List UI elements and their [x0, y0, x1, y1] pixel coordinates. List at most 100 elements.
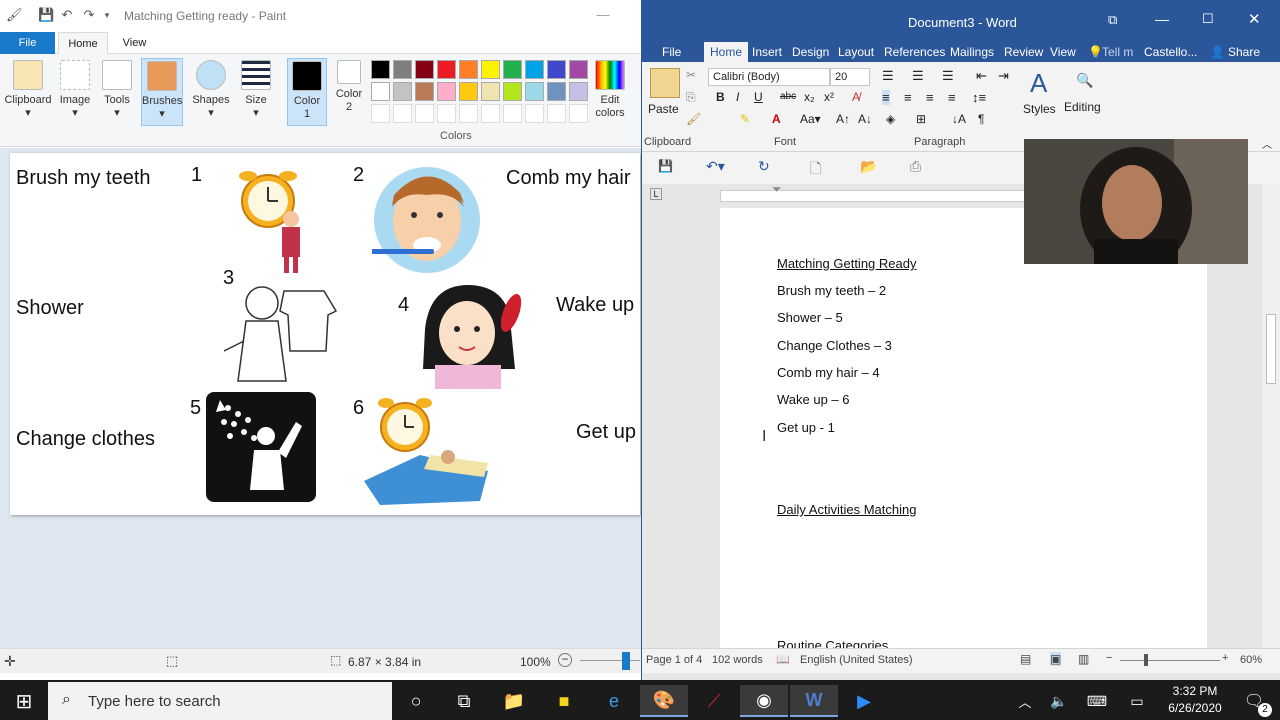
tell-me-search[interactable]: Tell m: [1102, 42, 1133, 62]
word-repeat-icon[interactable]: ↻: [758, 158, 770, 175]
word-zoom-slider[interactable]: [1120, 660, 1220, 661]
word-minimize-button[interactable]: —: [1155, 11, 1169, 27]
palette-color-swatch[interactable]: [415, 60, 434, 79]
save-icon[interactable]: 💾: [38, 8, 54, 22]
clear-formatting-icon[interactable]: A̸: [852, 90, 860, 104]
palette-color-swatch[interactable]: [393, 82, 412, 101]
word-undo-icon[interactable]: ↶▾: [706, 158, 725, 175]
cortana-icon[interactable]: ○: [392, 685, 440, 717]
proofing-icon[interactable]: 📖: [776, 653, 790, 666]
palette-color-swatch[interactable]: [569, 60, 588, 79]
shapes-button[interactable]: Shapes ▾: [190, 58, 232, 120]
palette-empty-swatch[interactable]: [481, 104, 500, 123]
align-left-icon[interactable]: ≡: [882, 90, 890, 105]
word-tab-review[interactable]: Review: [1004, 42, 1043, 62]
zoom-out-button[interactable]: −: [558, 653, 572, 667]
word-count[interactable]: 102 words: [712, 654, 763, 666]
change-case-icon[interactable]: Aa▾: [800, 112, 821, 126]
paint-taskbar-icon[interactable]: 🎨: [640, 685, 688, 717]
keyboard-icon[interactable]: ⌨: [1082, 685, 1112, 717]
palette-color-swatch[interactable]: [525, 60, 544, 79]
indent-marker[interactable]: ⏷: [772, 182, 782, 197]
undo-icon[interactable]: ↶: [60, 8, 74, 22]
hidden-icons-chevron[interactable]: ︿: [1010, 685, 1040, 717]
styles-button[interactable]: Styles: [1023, 102, 1056, 116]
align-right-icon[interactable]: ≡: [926, 90, 934, 105]
word-zoom-out-button[interactable]: −: [1106, 652, 1112, 664]
word-tab-home[interactable]: Home: [704, 42, 749, 62]
language-status[interactable]: English (United States): [800, 654, 913, 666]
palette-color-swatch[interactable]: [459, 82, 478, 101]
line-spacing-icon[interactable]: ↕≡: [972, 90, 986, 105]
subscript-button[interactable]: x₂: [804, 90, 815, 104]
read-mode-icon[interactable]: ▤: [1020, 652, 1031, 666]
volume-icon[interactable]: 🔈: [1044, 685, 1074, 717]
taskbar-search[interactable]: ⌕ Type here to search: [48, 682, 392, 720]
new-document-icon[interactable]: 🗋: [810, 158, 821, 182]
document-page[interactable]: Matching Getting Ready Brush my teeth – …: [720, 208, 1207, 653]
word-tab-layout[interactable]: Layout: [838, 42, 874, 62]
word-tab-insert[interactable]: Insert: [752, 42, 782, 62]
zoom-slider-track[interactable]: [580, 660, 640, 661]
bold-button[interactable]: B: [716, 90, 725, 104]
shrink-font-icon[interactable]: A↓: [858, 112, 872, 126]
palette-empty-swatch[interactable]: [371, 104, 390, 123]
palette-color-swatch[interactable]: [459, 60, 478, 79]
palette-empty-swatch[interactable]: [569, 104, 588, 123]
strikethrough-button[interactable]: abc: [780, 91, 796, 102]
justify-icon[interactable]: ≡: [948, 90, 956, 105]
grow-font-icon[interactable]: A↑: [836, 112, 850, 126]
zoom-app-icon[interactable]: ▶: [840, 685, 888, 717]
palette-empty-swatch[interactable]: [415, 104, 434, 123]
palette-color-swatch[interactable]: [569, 82, 588, 101]
chrome-icon[interactable]: ◉: [740, 685, 788, 717]
palette-color-swatch[interactable]: [481, 82, 500, 101]
font-name-box[interactable]: Calibri (Body): [708, 68, 830, 86]
size-button[interactable]: Size ▾: [236, 58, 276, 120]
superscript-button[interactable]: x²: [824, 90, 834, 104]
print-preview-icon[interactable]: ⎙: [910, 158, 921, 175]
sticky-notes-icon[interactable]: ■: [540, 685, 588, 717]
align-center-icon[interactable]: ≡: [904, 90, 912, 105]
palette-empty-swatch[interactable]: [525, 104, 544, 123]
palette-color-swatch[interactable]: [503, 60, 522, 79]
palette-empty-swatch[interactable]: [503, 104, 522, 123]
palette-color-swatch[interactable]: [393, 60, 412, 79]
palette-color-swatch[interactable]: [481, 60, 500, 79]
tab-selector[interactable]: L: [650, 188, 662, 200]
edit-colors-button[interactable]: Edit colors: [590, 58, 630, 120]
image-button[interactable]: Image ▾: [54, 58, 96, 120]
customize-qat-icon[interactable]: ▾: [100, 8, 114, 22]
collapse-ribbon-icon[interactable]: ︿: [1262, 136, 1272, 151]
format-painter-icon[interactable]: 🖌: [686, 112, 701, 126]
palette-color-swatch[interactable]: [547, 82, 566, 101]
display-icon[interactable]: ▭: [1122, 685, 1152, 717]
word-tab-view[interactable]: View: [1050, 42, 1076, 62]
palette-empty-swatch[interactable]: [437, 104, 456, 123]
open-folder-icon[interactable]: 📂: [860, 158, 877, 175]
palette-color-swatch[interactable]: [371, 60, 390, 79]
color2-button[interactable]: Color 2: [330, 58, 368, 114]
palette-color-swatch[interactable]: [415, 82, 434, 101]
numbering-icon[interactable]: ☰: [912, 68, 924, 84]
palette-empty-swatch[interactable]: [459, 104, 478, 123]
zoom-slider-thumb[interactable]: [622, 652, 630, 670]
word-maximize-button[interactable]: ☐: [1202, 11, 1214, 27]
highlight-icon[interactable]: ✎: [740, 112, 750, 126]
word-zoom-in-button[interactable]: +: [1222, 652, 1228, 664]
tools-button[interactable]: Tools ▾: [98, 58, 136, 120]
file-explorer-icon[interactable]: 📁: [490, 685, 538, 717]
cut-icon[interactable]: ✂: [686, 68, 696, 82]
web-layout-icon[interactable]: ▥: [1078, 652, 1089, 666]
paint-tab-view[interactable]: View: [112, 32, 157, 54]
print-layout-icon[interactable]: ▣: [1050, 652, 1062, 666]
shading-icon[interactable]: ◈: [886, 112, 895, 126]
palette-empty-swatch[interactable]: [393, 104, 412, 123]
start-button[interactable]: ⊞: [0, 685, 48, 717]
bullets-icon[interactable]: ☰: [882, 68, 894, 84]
word-taskbar-icon[interactable]: W: [790, 685, 838, 717]
increase-indent-icon[interactable]: ⇥: [998, 68, 1009, 84]
color1-button[interactable]: Color 1: [287, 58, 327, 126]
paint-canvas[interactable]: Brush my teeth Shower Change clothes Com…: [10, 153, 640, 515]
show-paragraph-marks-icon[interactable]: ¶: [978, 112, 984, 126]
